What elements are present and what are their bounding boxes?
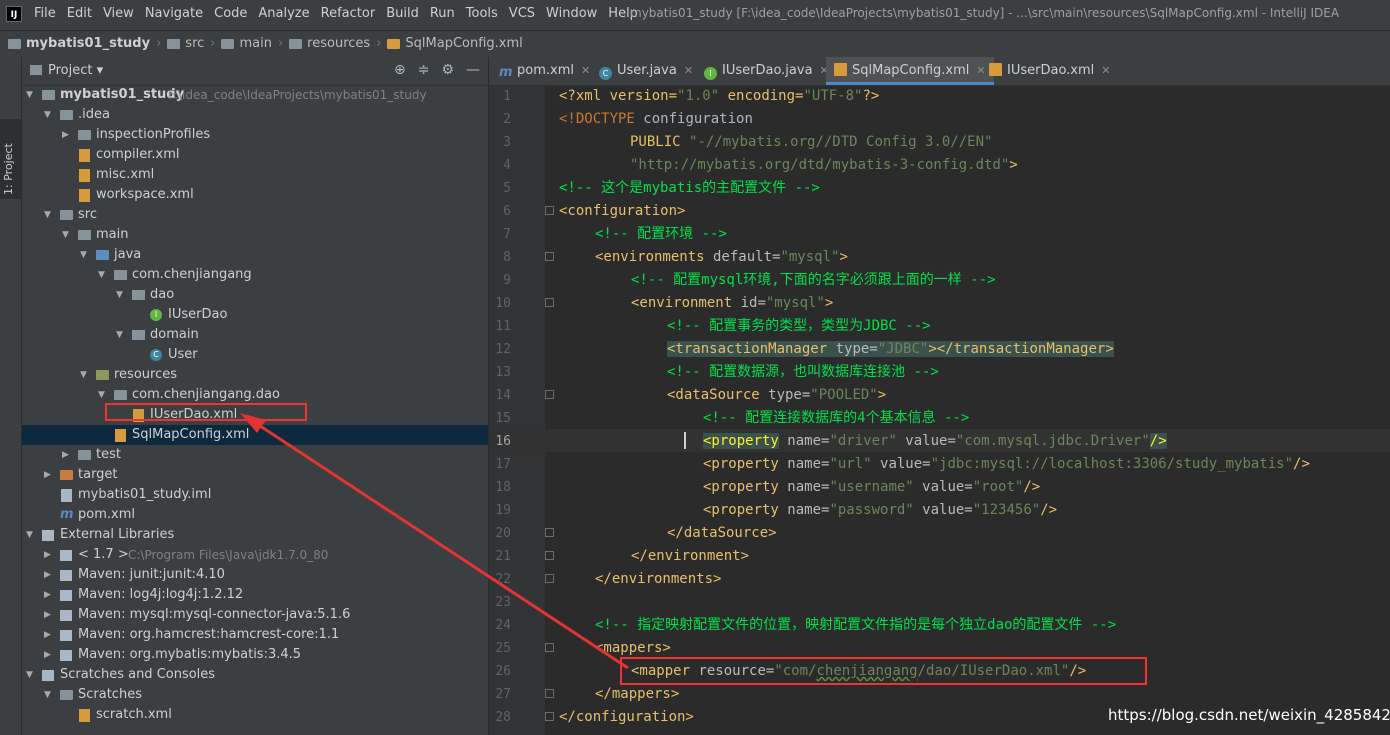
annotation-arrow xyxy=(240,413,629,670)
watermark: https://blog.csdn.net/weixin_42858422 xyxy=(1108,706,1390,724)
